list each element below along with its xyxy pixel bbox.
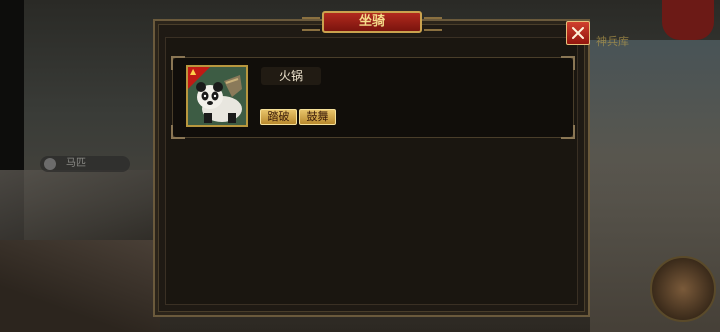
mount-name: 火锅 <box>278 69 303 83</box>
sidebar-entry-horses: 马匹 <box>40 156 130 172</box>
dialog-title: 坐骑 <box>358 14 385 29</box>
faction-banner <box>662 0 714 40</box>
card-corner-ornament <box>561 56 575 70</box>
sidebar-entry-label: 马匹 <box>66 158 86 169</box>
dialog-title-tab: 坐骑 <box>302 11 442 33</box>
close-icon <box>572 27 584 39</box>
skill-button-guwu[interactable]: 鼓舞 <box>299 109 336 125</box>
mount-portrait[interactable]: ▲ <box>186 65 248 127</box>
player-avatar <box>650 256 716 322</box>
background-right-label: 神兵库 <box>596 35 629 48</box>
background-roof-lower <box>0 240 160 332</box>
close-button[interactable] <box>566 21 590 45</box>
skill-button-tapo[interactable]: 踏破 <box>260 109 297 125</box>
rank-badge-icon: ▲ <box>190 67 197 76</box>
horse-icon <box>44 158 56 170</box>
card-corner-ornament <box>561 125 575 139</box>
card-corner-ornament <box>171 56 185 70</box>
card-corner-ornament <box>171 125 185 139</box>
